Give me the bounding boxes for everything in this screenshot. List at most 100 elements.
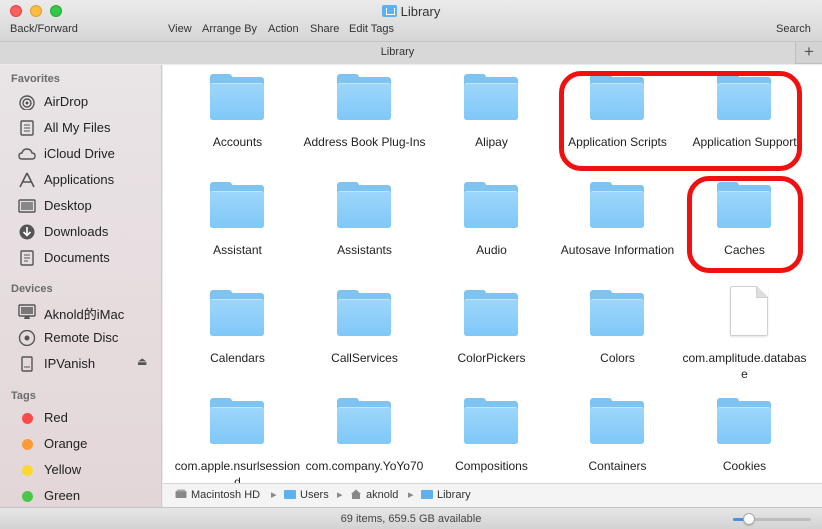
- folder-icon: [464, 74, 518, 120]
- action-button[interactable]: Action: [268, 23, 299, 35]
- icon-size-slider[interactable]: [733, 513, 811, 525]
- sidebar-item-tag-orange[interactable]: Orange: [0, 432, 161, 456]
- folder-icon: [590, 182, 644, 228]
- item-calendars[interactable]: Calendars: [174, 281, 301, 389]
- item-compositions[interactable]: Compositions: [428, 389, 555, 483]
- item-colorpickers[interactable]: ColorPickers: [428, 281, 555, 389]
- desktop-icon: [18, 199, 36, 213]
- item-name: Calendars: [210, 351, 265, 365]
- sidebar-item-label: Aknold的iMac: [44, 307, 125, 322]
- item-name: Audio: [476, 243, 507, 257]
- item-callservices[interactable]: CallServices: [301, 281, 428, 389]
- sidebar-item-label: All My Files: [44, 120, 111, 135]
- icon-size-slider-knob[interactable]: [743, 513, 755, 525]
- file-grid: Accounts Address Book Plug-Ins Alipay Ap…: [163, 65, 822, 483]
- sidebar-item-desktop[interactable]: Desktop: [0, 194, 161, 218]
- sidebar-item-tag-green[interactable]: Green: [0, 484, 161, 508]
- item-name: com.company.YoYo70: [305, 459, 424, 473]
- item-assistants[interactable]: Assistants: [301, 173, 428, 281]
- tab-library[interactable]: Library: [0, 42, 796, 64]
- item-name: Assistant: [213, 243, 262, 257]
- item-autosave-information[interactable]: Autosave Information: [554, 173, 681, 281]
- sidebar-item-remote-disc[interactable]: Remote Disc: [0, 326, 161, 350]
- item-containers[interactable]: Containers: [554, 389, 681, 483]
- folder-icon: [464, 182, 518, 228]
- folder-icon: [590, 290, 644, 336]
- folder-icon: [421, 490, 433, 499]
- item-name: Alipay: [475, 135, 508, 149]
- imac-icon: [18, 304, 36, 319]
- item-com-company-yoyo70[interactable]: com.company.YoYo70: [301, 389, 428, 483]
- item-alipay[interactable]: Alipay: [428, 65, 555, 173]
- sidebar-item-tag-red[interactable]: Red: [0, 406, 161, 430]
- sidebar-item-downloads[interactable]: Downloads: [0, 220, 161, 244]
- sidebar-item-tag-yellow[interactable]: Yellow: [0, 458, 161, 482]
- path-item-users[interactable]: Users: [284, 489, 329, 501]
- item-com-apple-nsurlsessiond[interactable]: com.apple.nsurlsessiond: [174, 389, 301, 483]
- path-separator-icon: ▸: [271, 489, 277, 501]
- path-item-library[interactable]: Library: [421, 489, 471, 501]
- status-text: 69 items, 659.5 GB available: [340, 513, 482, 525]
- sidebar-item-label: Red: [44, 410, 68, 425]
- item-name: ColorPickers: [457, 351, 526, 365]
- path-item-aknold[interactable]: aknold: [350, 489, 398, 501]
- tab-bar: Library +: [0, 42, 822, 64]
- path-item-macintosh-hd[interactable]: Macintosh HD: [175, 489, 260, 501]
- library-folder-icon: [381, 5, 397, 17]
- folder-icon: [284, 490, 296, 499]
- item-name: Autosave Information: [560, 243, 675, 257]
- sidebar-item-airdrop[interactable]: AirDrop: [0, 90, 161, 114]
- eject-icon[interactable]: ⏏: [137, 355, 147, 368]
- new-tab-button[interactable]: +: [796, 42, 822, 64]
- folder-icon: [464, 290, 518, 336]
- cloud-icon: [18, 148, 36, 160]
- folder-icon: [464, 398, 518, 444]
- sidebar-item-label: Applications: [44, 172, 115, 187]
- item-name: Colors: [600, 351, 635, 365]
- item-address-book-plug-ins[interactable]: Address Book Plug-Ins: [301, 65, 428, 173]
- path-separator-icon: ▸: [337, 489, 343, 501]
- item-cookies[interactable]: Cookies: [681, 389, 808, 483]
- applications-icon: [19, 172, 35, 188]
- item-name: Compositions: [455, 459, 528, 473]
- disc-icon: [18, 330, 36, 346]
- folder-icon: [210, 398, 264, 444]
- view-button[interactable]: View: [168, 23, 192, 35]
- search-button[interactable]: Search: [776, 23, 811, 35]
- edit-tags-button[interactable]: Edit Tags: [349, 23, 394, 35]
- tag-green-icon: [22, 491, 33, 502]
- item-name: Containers: [588, 459, 647, 473]
- back-forward-button[interactable]: Back/Forward: [10, 23, 78, 35]
- folder-icon: [337, 74, 391, 120]
- share-button[interactable]: Share: [310, 23, 339, 35]
- home-icon: [351, 489, 361, 499]
- item-com-amplitude-database[interactable]: com.amplitude.database: [681, 281, 808, 389]
- sidebar-item-icloud-drive[interactable]: iCloud Drive: [0, 142, 161, 166]
- item-name: Cookies: [722, 459, 767, 473]
- folder-icon: [717, 398, 771, 444]
- item-name: Accounts: [212, 135, 263, 149]
- sidebar-item-documents[interactable]: Documents: [0, 246, 161, 270]
- sidebar-item-label: AirDrop: [44, 94, 89, 109]
- item-name: Assistants: [337, 243, 392, 257]
- sidebar-item-applications[interactable]: Applications: [0, 168, 161, 192]
- item-accounts[interactable]: Accounts: [174, 65, 301, 173]
- folder-icon: [337, 182, 391, 228]
- sidebar-item-all-my-files[interactable]: All My Files: [0, 116, 161, 140]
- item-assistant[interactable]: Assistant: [174, 173, 301, 281]
- favorites-heading: Favorites: [11, 73, 60, 85]
- item-audio[interactable]: Audio: [428, 173, 555, 281]
- arrange-by-button[interactable]: Arrange By: [202, 23, 257, 35]
- window-title: Library: [0, 4, 822, 19]
- folder-icon: [337, 290, 391, 336]
- annotation-highlight-caches: [687, 176, 803, 273]
- status-bar: 69 items, 659.5 GB available: [0, 507, 822, 529]
- documents-icon: [20, 250, 34, 266]
- sidebar: Favorites AirDrop All My Files iCloud Dr…: [0, 65, 162, 511]
- sidebar-item-ipvanish[interactable]: IPVanish ⏏: [0, 352, 161, 376]
- item-colors[interactable]: Colors: [554, 281, 681, 389]
- sidebar-item-label: Downloads: [44, 224, 109, 239]
- item-name: com.amplitude.database: [682, 351, 807, 381]
- sidebar-item-imac[interactable]: Aknold的iMac: [0, 300, 161, 324]
- sidebar-item-label: Desktop: [44, 198, 92, 213]
